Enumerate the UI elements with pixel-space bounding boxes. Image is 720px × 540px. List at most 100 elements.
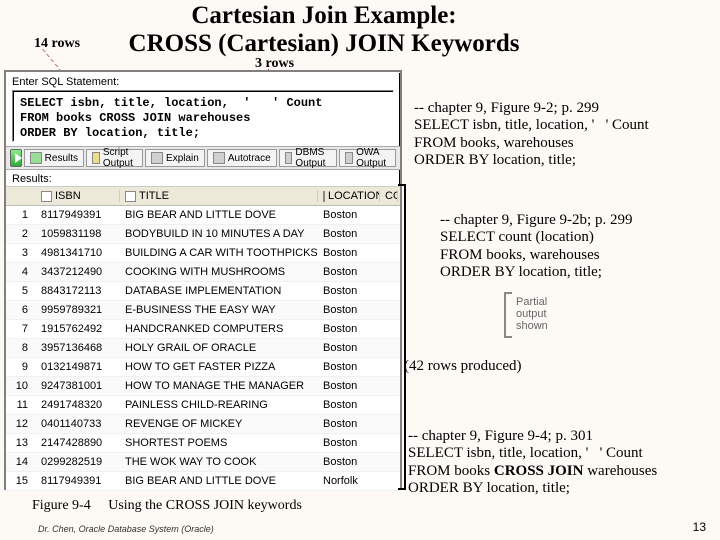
cell-title: HOLY GRAIL OF ORACLE bbox=[120, 342, 318, 354]
cell-title: HANDCRANKED COMPUTERS bbox=[120, 323, 318, 335]
table-row[interactable]: 112491748320PAINLESS CHILD-REARINGBoston bbox=[6, 396, 400, 415]
row-index: 4 bbox=[6, 266, 36, 278]
sql3-l2a: SELECT isbn, title, location, ' bbox=[408, 445, 588, 461]
table-row[interactable]: 132147428890SHORTEST POEMSBoston bbox=[6, 434, 400, 453]
column-icon bbox=[125, 191, 136, 202]
sql2-l1: -- chapter 9, Figure 9-2b; p. 299 bbox=[440, 212, 706, 229]
results-grid: ISBN TITLE LOCATION COUNT 18117949391BIG… bbox=[6, 186, 400, 491]
row-index: 1 bbox=[6, 209, 36, 221]
figure-text: Using the CROSS JOIN keywords bbox=[108, 498, 302, 513]
results-tabbar: Results Script Output Explain Autotrace … bbox=[6, 146, 400, 170]
table-row[interactable]: 83957136468HOLY GRAIL OF ORACLEBoston bbox=[6, 339, 400, 358]
cell-title: DATABASE IMPLEMENTATION bbox=[120, 285, 318, 297]
sql3-l4: ORDER BY location, title; bbox=[408, 480, 712, 497]
row-index: 7 bbox=[6, 323, 36, 335]
results-label: Results: bbox=[6, 170, 400, 186]
cell-location: Boston bbox=[318, 361, 380, 373]
table-row[interactable]: 140299282519THE WOK WAY TO COOKBoston bbox=[6, 453, 400, 472]
tab-results[interactable]: Results bbox=[24, 149, 84, 167]
tab-explain[interactable]: Explain bbox=[145, 149, 205, 167]
column-icon bbox=[41, 191, 52, 202]
sql3-l3b: CROSS JOIN bbox=[494, 463, 584, 479]
cell-location: Boston bbox=[318, 323, 380, 335]
col-isbn: ISBN bbox=[55, 190, 81, 202]
sql3-l2b: ' Count bbox=[600, 445, 643, 461]
sql2-l4: ORDER BY location, title; bbox=[440, 264, 706, 281]
cell-location: Boston bbox=[318, 247, 380, 259]
cell-isbn: 3437212490 bbox=[36, 266, 120, 278]
tab-autotrace-label: Autotrace bbox=[228, 153, 271, 164]
cell-location: Norfolk bbox=[318, 475, 380, 487]
cell-location: Boston bbox=[318, 228, 380, 240]
run-button[interactable] bbox=[10, 149, 22, 167]
cell-location: Boston bbox=[318, 380, 380, 392]
row-index: 10 bbox=[6, 380, 36, 392]
row-index: 2 bbox=[6, 228, 36, 240]
title-line2: CROSS (Cartesian) JOIN Keywords bbox=[129, 30, 520, 57]
partial-l3: shown bbox=[516, 320, 548, 332]
cell-isbn: 2491748320 bbox=[36, 399, 120, 411]
table-row[interactable]: 58843172113DATABASE IMPLEMENTATIONBoston bbox=[6, 282, 400, 301]
cell-title: E-BUSINESS THE EASY WAY bbox=[120, 304, 318, 316]
col-title: TITLE bbox=[139, 190, 169, 202]
sql1-l3: FROM books, warehouses bbox=[414, 135, 712, 152]
sql-block-1: -- chapter 9, Figure 9-2; p. 299 SELECT … bbox=[414, 100, 712, 169]
cell-isbn: 1915762492 bbox=[36, 323, 120, 335]
cell-title: HOW TO GET FASTER PIZZA bbox=[120, 361, 318, 373]
tab-script-output[interactable]: Script Output bbox=[86, 149, 143, 167]
sql1-l1: -- chapter 9, Figure 9-2; p. 299 bbox=[414, 100, 712, 117]
tab-explain-label: Explain bbox=[166, 153, 199, 164]
table-row[interactable]: 109247381001HOW TO MANAGE THE MANAGERBos… bbox=[6, 377, 400, 396]
partial-l1: Partial bbox=[516, 296, 547, 308]
cell-title: BIG BEAR AND LITTLE DOVE bbox=[120, 475, 318, 487]
explain-icon bbox=[151, 152, 163, 164]
cell-location: Boston bbox=[318, 456, 380, 468]
tab-script-label: Script Output bbox=[103, 147, 137, 169]
cell-title: COOKING WITH MUSHROOMS bbox=[120, 266, 318, 278]
partial-output-label: Partial output shown bbox=[516, 296, 548, 332]
sql-editor[interactable]: SELECT isbn, title, location, ' ' Count … bbox=[12, 90, 394, 142]
row-index: 12 bbox=[6, 418, 36, 430]
table-row[interactable]: 34981341710BUILDING A CAR WITH TOOTHPICK… bbox=[6, 244, 400, 263]
tab-dbms-output[interactable]: DBMS Output bbox=[279, 149, 337, 167]
cell-location: Boston bbox=[318, 209, 380, 221]
table-row[interactable]: 21059831198BODYBUILD IN 10 MINUTES A DAY… bbox=[6, 225, 400, 244]
sql1-l2b: ' Count bbox=[606, 117, 649, 133]
sql-block-2: -- chapter 9, Figure 9-2b; p. 299 SELECT… bbox=[440, 212, 706, 281]
cell-isbn: 9247381001 bbox=[36, 380, 120, 392]
table-row[interactable]: 18117949391BIG BEAR AND LITTLE DOVEBosto… bbox=[6, 206, 400, 225]
row-index: 3 bbox=[6, 247, 36, 259]
col-count: COUNT bbox=[385, 190, 398, 202]
page-number: 13 bbox=[693, 520, 706, 534]
dbms-icon bbox=[285, 152, 293, 164]
sql3-l1: -- chapter 9, Figure 9-4; p. 301 bbox=[408, 428, 712, 445]
cell-location: Boston bbox=[318, 304, 380, 316]
sql1-l4: ORDER BY location, title; bbox=[414, 152, 712, 169]
cell-title: SHORTEST POEMS bbox=[120, 437, 318, 449]
cell-title: PAINLESS CHILD-REARING bbox=[120, 399, 318, 411]
figure-num: Figure 9-4 bbox=[32, 498, 91, 513]
owa-icon bbox=[345, 152, 353, 164]
cell-isbn: 8117949391 bbox=[36, 209, 120, 221]
cell-isbn: 9959789321 bbox=[36, 304, 120, 316]
row-index: 5 bbox=[6, 285, 36, 297]
cell-title: THE WOK WAY TO COOK bbox=[120, 456, 318, 468]
row-index: 11 bbox=[6, 399, 36, 411]
cell-isbn: 3957136468 bbox=[36, 342, 120, 354]
table-row[interactable]: 90132149871HOW TO GET FASTER PIZZABoston bbox=[6, 358, 400, 377]
table-row[interactable]: 158117949391BIG BEAR AND LITTLE DOVENorf… bbox=[6, 472, 400, 491]
sql3-l3a: FROM books bbox=[408, 463, 494, 479]
cell-location: Boston bbox=[318, 399, 380, 411]
sql2-l2: SELECT count (location) bbox=[440, 229, 706, 246]
table-row[interactable]: 120401140733REVENGE OF MICKEYBoston bbox=[6, 415, 400, 434]
table-row[interactable]: 71915762492HANDCRANKED COMPUTERSBoston bbox=[6, 320, 400, 339]
table-row[interactable]: 69959789321E-BUSINESS THE EASY WAYBoston bbox=[6, 301, 400, 320]
row-index: 14 bbox=[6, 456, 36, 468]
table-row[interactable]: 43437212490COOKING WITH MUSHROOMSBoston bbox=[6, 263, 400, 282]
cell-isbn: 0401140733 bbox=[36, 418, 120, 430]
row-index: 8 bbox=[6, 342, 36, 354]
tab-owa-output[interactable]: OWA Output bbox=[339, 149, 396, 167]
tab-results-label: Results bbox=[45, 153, 78, 164]
tab-owa-label: OWA Output bbox=[356, 147, 390, 169]
tab-autotrace[interactable]: Autotrace bbox=[207, 149, 277, 167]
